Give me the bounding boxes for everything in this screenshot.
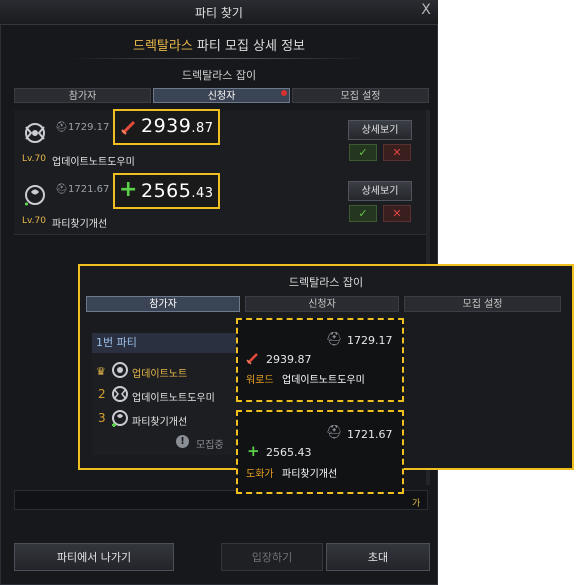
item-level: 1721.67 xyxy=(68,184,110,195)
reject-button[interactable]: ✕ xyxy=(383,205,411,222)
helmet-icon: ⛑ xyxy=(326,425,343,440)
combat-power-dec: .87 xyxy=(191,121,214,136)
character-level: Lv.70 xyxy=(22,154,46,164)
accept-button[interactable]: ✓ xyxy=(349,205,377,222)
party-member-name: 업데이트노트 xyxy=(132,369,188,380)
sword-icon xyxy=(121,120,136,135)
class-name: 워로드 xyxy=(246,375,274,386)
details-button[interactable]: 상세보기 xyxy=(348,181,412,201)
member-detail-callout xyxy=(236,318,404,402)
window-title: 파티 찾기 xyxy=(195,6,243,20)
inset-tab-recruit-settings[interactable]: 모집 설정 xyxy=(404,296,561,312)
close-button[interactable]: X xyxy=(418,2,434,20)
class-emblem-icon xyxy=(25,123,45,143)
accept-button[interactable]: ✓ xyxy=(349,144,377,161)
character-name: 업데이트노트도우미 xyxy=(282,375,365,386)
raid-name-highlight: 드렉탈라스 xyxy=(132,39,193,54)
inset-tab-participants[interactable]: 참가자 xyxy=(86,296,240,312)
invite-button[interactable]: 초대 xyxy=(326,543,430,571)
combat-power-dec: .43 xyxy=(191,186,214,201)
combat-power: 2565.43 xyxy=(266,446,312,459)
class-emblem-icon xyxy=(112,410,128,427)
leave-party-button[interactable]: 파티에서 나가기 xyxy=(14,543,174,571)
party-name: 드렉탈라스 잡이 xyxy=(181,69,257,82)
character-name: 파티찾기개선 xyxy=(52,219,108,230)
inset-tab-applicants[interactable]: 신청자 xyxy=(245,296,399,312)
combat-power-int: 2939 xyxy=(141,115,192,137)
character-name: 업데이트노트도우미 xyxy=(52,157,135,168)
divider xyxy=(70,58,368,59)
party-group-header: 1번 파티 xyxy=(92,333,242,353)
tab-participants[interactable]: 참가자 xyxy=(14,88,151,103)
leader-crown-icon: ♛ xyxy=(96,365,106,378)
input-mode-indicator: 가 xyxy=(412,499,421,509)
class-name: 도화가 xyxy=(246,469,274,480)
party-member-name: 업데이트노트도우미 xyxy=(132,393,215,404)
info-icon: ! xyxy=(176,435,189,448)
recruiting-status: 모집중 xyxy=(196,440,224,451)
party-member-name: 파티찾기개선 xyxy=(132,417,188,428)
combat-power: 2939.87 xyxy=(266,353,312,366)
sword-icon xyxy=(246,353,258,365)
class-emblem-icon xyxy=(25,185,45,206)
reject-button[interactable]: ✕ xyxy=(383,144,411,161)
title-rest: 파티 모집 상세 정보 xyxy=(192,39,306,54)
details-button[interactable]: 상세보기 xyxy=(348,120,412,140)
helmet-icon: ⛑ xyxy=(55,184,68,195)
helmet-icon: ⛑ xyxy=(55,122,68,133)
character-level: Lv.70 xyxy=(22,216,46,226)
character-name: 파티찾기개선 xyxy=(282,469,338,480)
class-emblem-icon xyxy=(112,362,128,378)
helmet-icon: ⛑ xyxy=(326,332,343,347)
item-level: 1729.17 xyxy=(347,334,393,347)
slot-number: 3 xyxy=(98,411,106,425)
page-title: 드렉탈라스 파티 모집 상세 정보 xyxy=(0,35,438,54)
tab-recruit-settings[interactable]: 모집 설정 xyxy=(292,88,429,103)
item-level: 1721.67 xyxy=(347,428,393,441)
combat-power-int: 2565 xyxy=(141,180,192,202)
member-detail-callout xyxy=(236,410,404,494)
plus-icon: + xyxy=(119,177,138,202)
notification-dot xyxy=(281,90,287,96)
inset-title: 드렉탈라스 잡이 xyxy=(288,276,364,289)
combat-power: 2939.87 xyxy=(141,115,214,137)
plus-icon: + xyxy=(247,442,260,460)
class-emblem-icon xyxy=(112,386,128,402)
slot-number: 2 xyxy=(98,387,106,401)
enter-button[interactable]: 입장하기 xyxy=(221,543,323,571)
tab-applicants[interactable]: 신청자 xyxy=(153,88,290,103)
combat-power: 2565.43 xyxy=(141,180,214,202)
item-level: 1729.17 xyxy=(68,122,110,133)
